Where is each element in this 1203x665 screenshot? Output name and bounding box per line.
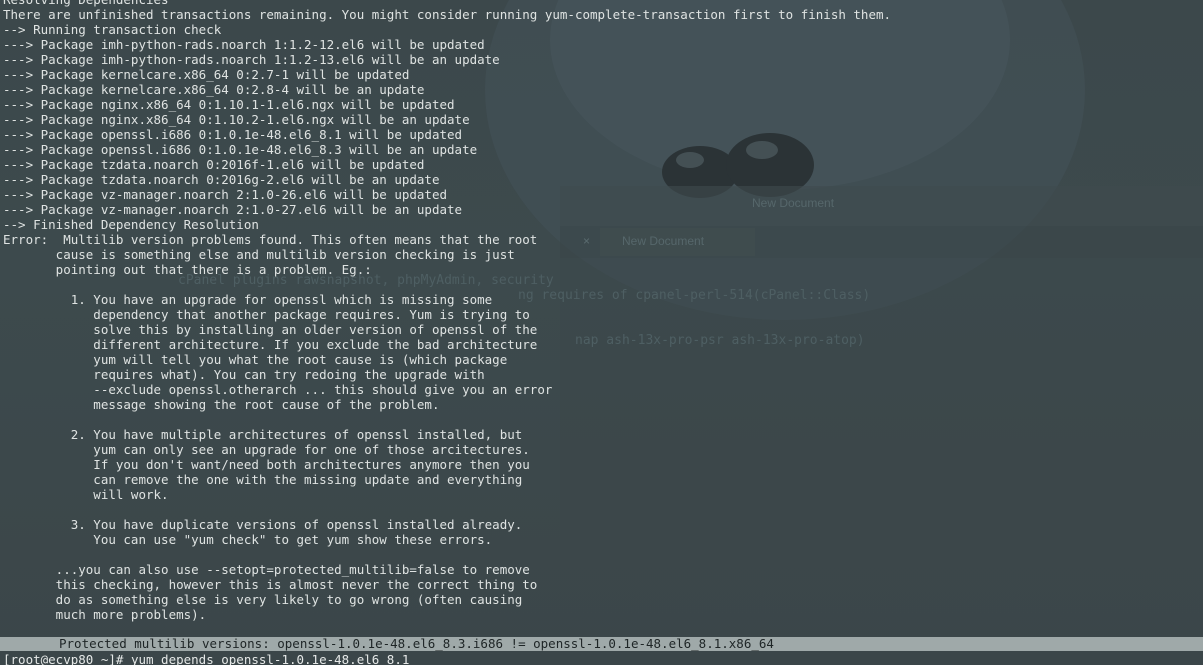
terminal-line: ---> Package openssl.i686 0:1.0.1e-48.el… [3,127,463,142]
terminal-line: 3. You have duplicate versions of openss… [3,517,523,532]
terminal-line: --> Running transaction check [3,22,222,37]
desktop-screen: New Document × New Document cPanel plugi… [0,0,1203,665]
terminal-line: ---> Package kernelcare.x86_64 0:2.8-4 w… [3,82,425,97]
terminal-line: ---> Package vz-manager.noarch 2:1.0-27.… [3,202,463,217]
terminal-line: There are unfinished transactions remain… [3,7,892,22]
terminal-line: solve this by installing an older versio… [3,322,538,337]
command-input[interactable]: yum depends openssl-1.0.1e-48.el6_8.1 [131,652,409,665]
protected-multilib-line: Protected multilib versions: openssl-1.0… [59,636,774,651]
command-prompt[interactable]: [root@ecvp80 ~]# yum depends openssl-1.0… [3,652,409,665]
terminal-line: ---> Package openssl.i686 0:1.0.1e-48.el… [3,142,478,157]
terminal-output[interactable]: Resolving DependenciesThere are unfinish… [3,0,891,637]
terminal-line: ---> Package nginx.x86_64 0:1.10.1-1.el6… [3,97,455,112]
terminal-line: much more problems). [3,607,207,622]
terminal-line: message showing the root cause of the pr… [3,397,440,412]
prompt-label: [root@ecvp80 ~]# [3,652,131,665]
terminal-line: dependency that another package requires… [3,307,530,322]
terminal-line: requires what). You can try redoing the … [3,367,485,382]
terminal-line: pointing out that there is a problem. Eg… [3,262,372,277]
terminal-line: 2. You have multiple architectures of op… [3,427,523,442]
terminal-line: ---> Package imh-python-rads.noarch 1:1.… [3,52,500,67]
terminal-line: yum can only see an upgrade for one of t… [3,442,530,457]
terminal-line: --exclude openssl.otherarch ... this sho… [3,382,553,397]
terminal-line: ---> Package tzdata.noarch 0:2016f-1.el6… [3,157,425,172]
terminal-line: 1. You have an upgrade for openssl which… [3,292,493,307]
terminal-line: ---> Package tzdata.noarch 0:2016g-2.el6… [3,172,440,187]
terminal-line: --> Finished Dependency Resolution [3,217,259,232]
terminal-line: Error: Multilib version problems found. … [3,232,538,247]
terminal-line: ---> Package kernelcare.x86_64 0:2.7-1 w… [3,67,410,82]
terminal-line: ---> Package nginx.x86_64 0:1.10.2-1.el6… [3,112,470,127]
terminal-line: yum will tell you what the root cause is… [3,352,508,367]
terminal-line: You can use "yum check" to get yum show … [3,532,493,547]
terminal-line: cause is something else and multilib ver… [3,247,515,262]
terminal-line: ---> Package vz-manager.noarch 2:1.0-26.… [3,187,448,202]
terminal-line: ...you can also use --setopt=protected_m… [3,562,530,577]
terminal-line: will work. [3,487,169,502]
terminal-line: If you don't want/need both architecture… [3,457,530,472]
terminal-line: do as something else is very likely to g… [3,592,523,607]
terminal-line: ---> Package imh-python-rads.noarch 1:1.… [3,37,485,52]
terminal-line: can remove the one with the missing upda… [3,472,523,487]
terminal-line: different architecture. If you exclude t… [3,337,538,352]
terminal-line: this checking, however this is almost ne… [3,577,538,592]
terminal-line: Resolving Dependencies [3,0,891,7]
